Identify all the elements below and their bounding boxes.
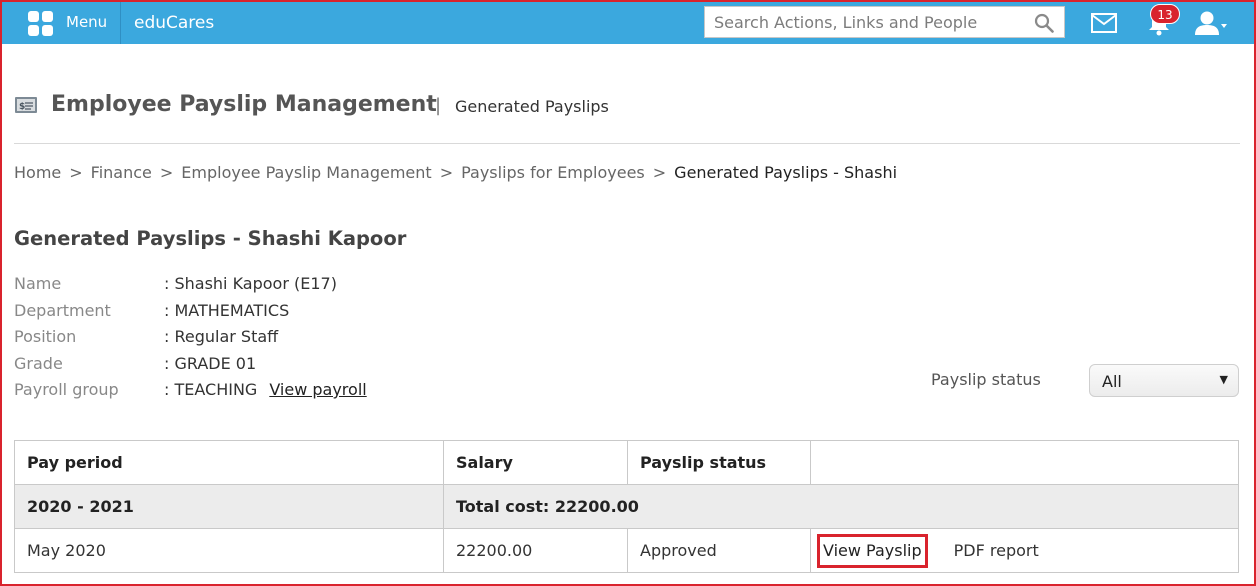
payslip-icon: $ xyxy=(15,97,37,113)
menu-label: Menu xyxy=(66,13,108,31)
payroll-group-row: : TEACHING View payroll xyxy=(164,380,367,399)
search-icon[interactable] xyxy=(1034,13,1054,33)
brand-name[interactable]: eduCares xyxy=(134,13,214,33)
pdf-report-link[interactable]: PDF report xyxy=(954,541,1039,560)
row-pay-period: May 2020 xyxy=(14,528,444,573)
payroll-group-label: Payroll group xyxy=(14,380,119,399)
header-actions xyxy=(810,440,1239,485)
svg-text:$: $ xyxy=(19,102,25,112)
department-label: Department xyxy=(14,301,111,320)
user-avatar-icon[interactable] xyxy=(1194,10,1228,38)
grid-menu-icon xyxy=(28,11,54,37)
breadcrumb-separator: > xyxy=(69,163,83,182)
table-group-row: 2020 - 2021 Total cost: 22200.00 xyxy=(14,484,1239,529)
grade-label: Grade xyxy=(14,354,63,373)
breadcrumb-employee-payslip-management[interactable]: Employee Payslip Management xyxy=(181,163,431,182)
department-value: : MATHEMATICS xyxy=(164,301,290,320)
breadcrumb-current: Generated Payslips - Shashi xyxy=(674,163,898,182)
payslip-status-selected: All xyxy=(1102,372,1122,391)
menu-button[interactable]: Menu xyxy=(2,2,121,44)
breadcrumb: Home > Finance > Employee Payslip Management… xyxy=(14,163,897,182)
table-row: May 2020 22200.00 Approved View Payslip P… xyxy=(14,528,1239,573)
notification-count-badge: 13 xyxy=(1150,4,1180,24)
grade-value: : GRADE 01 xyxy=(164,354,257,373)
name-value: : Shashi Kapoor (E17) xyxy=(164,274,337,293)
payslip-status-filter-label: Payslip status xyxy=(931,370,1041,389)
search-box xyxy=(704,6,1065,38)
name-label: Name xyxy=(14,274,62,293)
position-value: : Regular Staff xyxy=(164,327,279,346)
breadcrumb-separator: > xyxy=(652,163,667,182)
breadcrumb-home[interactable]: Home xyxy=(14,163,61,182)
page-title: Employee Payslip Management xyxy=(51,92,437,117)
view-payslip-link[interactable]: View Payslip xyxy=(817,533,928,568)
mail-icon[interactable] xyxy=(1091,13,1117,33)
header-salary: Salary xyxy=(443,440,628,485)
breadcrumb-finance[interactable]: Finance xyxy=(91,163,152,182)
header-divider xyxy=(14,143,1240,144)
row-payslip-status: Approved xyxy=(627,528,811,573)
page-subtitle: Generated Payslips xyxy=(455,97,609,116)
group-total-cost: Total cost: 22200.00 xyxy=(443,484,1239,529)
position-label: Position xyxy=(14,327,77,346)
top-navigation-bar: Menu eduCares 13 xyxy=(2,2,1254,44)
breadcrumb-separator: > xyxy=(439,163,454,182)
payslip-status-select[interactable]: All ▼ xyxy=(1089,364,1239,397)
search-input[interactable] xyxy=(705,7,1025,37)
payroll-group-value: : TEACHING xyxy=(164,380,258,399)
breadcrumb-separator: > xyxy=(159,163,174,182)
row-salary: 22200.00 xyxy=(443,528,628,573)
title-separator: | xyxy=(435,95,442,116)
payslip-table: Pay period Salary Payslip status 2020 - … xyxy=(14,440,1239,573)
breadcrumb-payslips-for-employees[interactable]: Payslips for Employees xyxy=(461,163,645,182)
header-payslip-status: Payslip status xyxy=(627,440,811,485)
chevron-down-icon: ▼ xyxy=(1219,373,1228,386)
section-title: Generated Payslips - Shashi Kapoor xyxy=(14,227,407,250)
header-pay-period: Pay period xyxy=(14,440,444,485)
row-actions: View Payslip PDF report xyxy=(810,528,1239,573)
table-header-row: Pay period Salary Payslip status xyxy=(14,440,1239,485)
group-period: 2020 - 2021 xyxy=(14,484,444,529)
view-payroll-link[interactable]: View payroll xyxy=(269,380,366,399)
